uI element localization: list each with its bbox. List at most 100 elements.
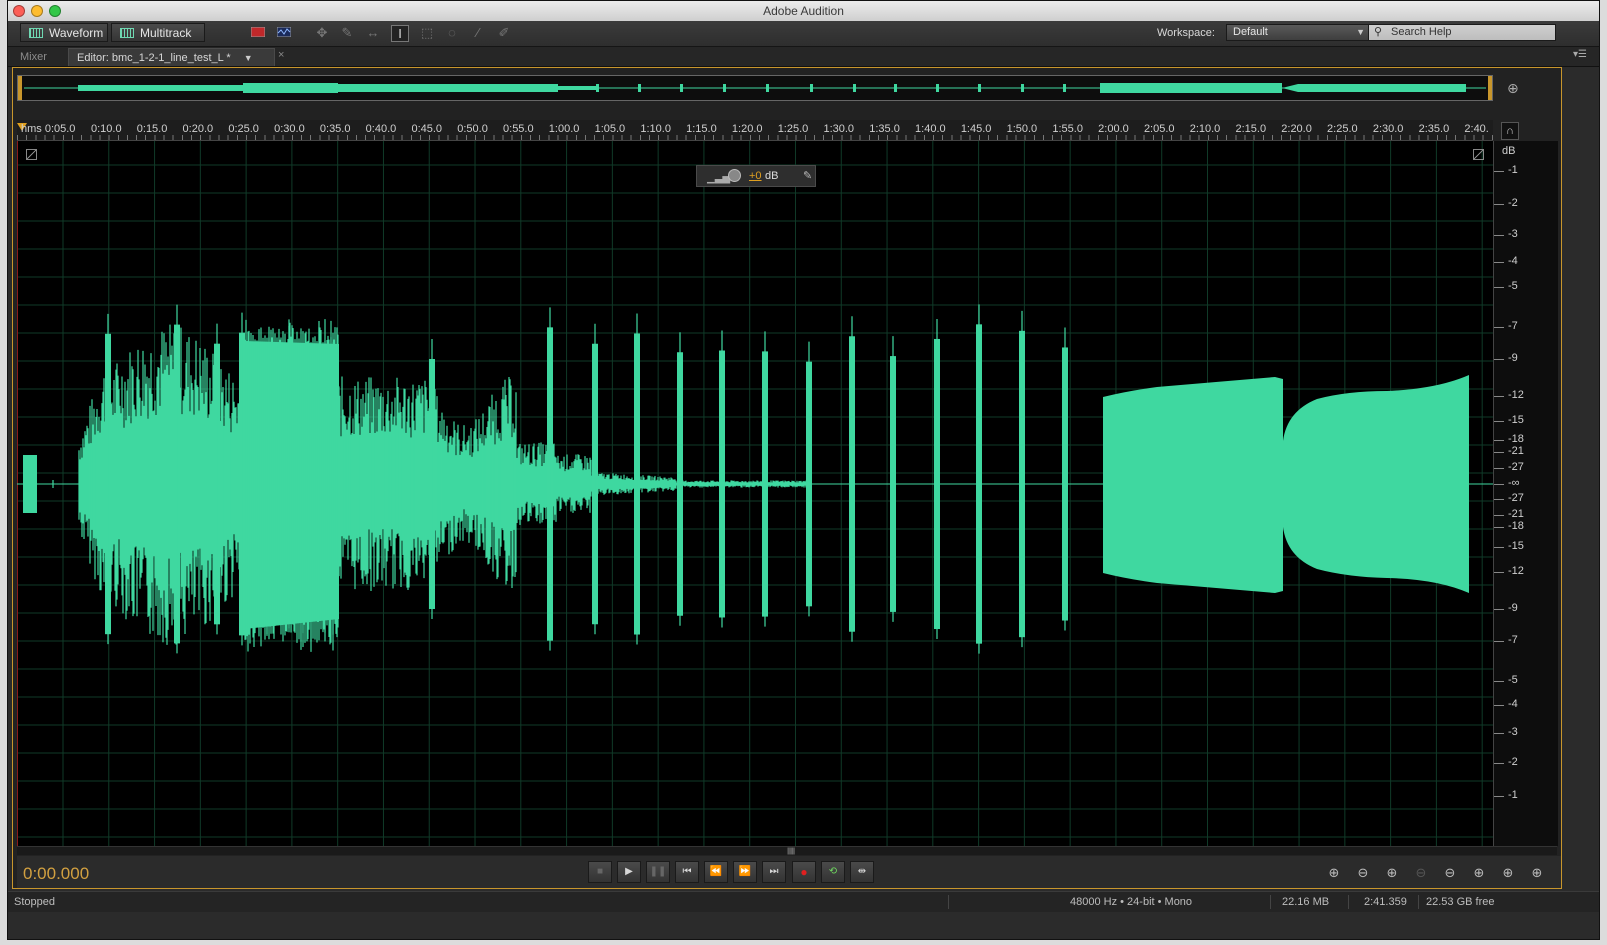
- tab-editor[interactable]: Editor: bmc_1-2-1_line_test_L * ▼: [68, 48, 275, 66]
- db-tick: [1494, 171, 1504, 172]
- pause-button[interactable]: ❚❚: [646, 861, 670, 883]
- zoom-selection-icon[interactable]: ⊕: [1526, 865, 1548, 881]
- play-button[interactable]: ▶: [617, 861, 641, 883]
- rewind-button[interactable]: ⏪: [704, 861, 728, 883]
- ruler-label: 0:10.0: [91, 123, 122, 135]
- ruler-label: 2:25.0: [1327, 123, 1358, 135]
- zoom-in-right-icon[interactable]: ⊕: [1497, 865, 1519, 881]
- ruler-label: 2:05.0: [1143, 123, 1175, 135]
- gain-knob[interactable]: [728, 169, 741, 182]
- time-selection-tool-icon[interactable]: I: [391, 25, 409, 42]
- db-tick: [1494, 440, 1504, 441]
- previous-button[interactable]: ⏮: [675, 861, 699, 883]
- db-tick-label: -4: [1508, 698, 1518, 710]
- db-tick: [1494, 484, 1504, 485]
- waveform-view-button[interactable]: Waveform: [20, 23, 108, 42]
- time-ruler[interactable]: hms 0:05.0 0:10.0 0:15.0 0:20.0 0:25.0 0:30.0…: [17, 120, 1493, 141]
- db-tick: [1494, 452, 1504, 453]
- workspace-label: Workspace:: [1157, 27, 1215, 39]
- loop-playback-button[interactable]: ⟲: [821, 861, 845, 883]
- waveform-icon: [29, 28, 43, 38]
- ruler-label: 0:35.0: [319, 123, 351, 135]
- spot-healing-tool-icon[interactable]: ✐: [496, 25, 512, 40]
- ruler-label: hms 0:05.0: [21, 123, 76, 135]
- vertical-zoom-corner-icon[interactable]: [26, 149, 37, 160]
- ruler-label: 1:15.0: [686, 123, 717, 135]
- ruler-label: 1:50.0: [1006, 123, 1038, 135]
- zoom-out-full-icon[interactable]: ⊖: [1439, 865, 1461, 881]
- ruler-label: 1:20.0: [731, 123, 763, 135]
- next-button[interactable]: ⏭: [762, 861, 786, 883]
- spectral-frequency-icon[interactable]: [250, 25, 266, 40]
- db-tick: [1494, 396, 1504, 397]
- gain-value[interactable]: +0: [749, 166, 762, 186]
- horizontal-scrollbar[interactable]: |||||||||: [17, 846, 1557, 855]
- tab-mixer[interactable]: Mixer: [12, 48, 55, 66]
- main-toolbar: Waveform Multitrack ✥ ✎ ↔ I ⬚ ◌ ⁄ ✐ Work…: [8, 21, 1599, 47]
- db-tick-label: -18: [1508, 520, 1524, 532]
- db-tick: [1494, 359, 1504, 360]
- razor-tool-icon[interactable]: ✎: [339, 25, 355, 40]
- db-tick: [1494, 763, 1504, 764]
- db-tick: [1494, 796, 1504, 797]
- zoom-navigator-icon[interactable]: ⊕: [1507, 80, 1519, 97]
- duration: 2:41.359: [1364, 896, 1407, 908]
- workspace-value: Default: [1233, 26, 1268, 38]
- ruler-label: 1:10.0: [640, 123, 671, 135]
- level-meter-icon: ▁▃▅: [707, 173, 731, 184]
- lasso-tool-icon[interactable]: ◌: [444, 25, 460, 40]
- minimize-window-button[interactable]: [31, 5, 43, 17]
- workspace-select[interactable]: Default ▼: [1226, 24, 1370, 41]
- ruler-label: 2:30.0: [1372, 123, 1404, 135]
- marquee-tool-icon[interactable]: ⬚: [419, 25, 435, 40]
- ruler-label: 0:40.0: [365, 123, 397, 135]
- close-window-button[interactable]: [13, 5, 25, 17]
- move-tool-icon[interactable]: ✥: [314, 25, 330, 40]
- zoom-in-amplitude-icon[interactable]: ⊕: [1323, 865, 1345, 881]
- slip-tool-icon[interactable]: ↔: [365, 25, 381, 40]
- gain-hud[interactable]: ▁▃▅ +0 dB ✎: [696, 165, 816, 187]
- multitrack-view-button[interactable]: Multitrack: [111, 23, 205, 42]
- panel-menu-icon[interactable]: ▾☰: [1573, 49, 1587, 60]
- amplitude-scale[interactable]: dB -1 -2 -3 -4 -5 -7 -9 -12 -15 -18 -21 -27 -∞ -27 -21…: [1493, 141, 1558, 846]
- ruler-label: 1:35.0: [869, 123, 900, 135]
- db-tick: [1494, 572, 1504, 573]
- ruler-label: 1:55.0: [1052, 123, 1083, 135]
- chevron-down-icon: ▼: [1356, 27, 1365, 37]
- close-tab-icon[interactable]: ×: [278, 49, 284, 61]
- current-time-display[interactable]: 0:00.000: [23, 864, 89, 884]
- editor-tab-label: Editor: bmc_1-2-1_line_test_L *: [77, 52, 231, 64]
- zoom-out-amplitude-icon[interactable]: ⊖: [1352, 865, 1374, 881]
- waveform-view-label: Waveform: [49, 26, 104, 40]
- horizontal-zoom-corner-icon[interactable]: [1473, 149, 1484, 160]
- db-tick-label: -7: [1508, 634, 1518, 646]
- db-tick: [1494, 235, 1504, 236]
- db-tick-label: -∞: [1508, 477, 1520, 489]
- stop-button[interactable]: ■: [588, 861, 612, 883]
- db-tick-label: -5: [1508, 674, 1518, 686]
- spectral-pitch-icon[interactable]: [276, 25, 292, 40]
- overview-navigator[interactable]: [17, 75, 1493, 101]
- search-help-input[interactable]: ⚲ Search Help: [1368, 24, 1556, 41]
- db-tick-label: -3: [1508, 726, 1518, 738]
- ruler-lock-icon[interactable]: ∩: [1501, 122, 1519, 140]
- zoom-in-time-icon[interactable]: ⊕: [1381, 865, 1403, 881]
- gain-unit: dB: [765, 170, 779, 182]
- zoom-out-time-icon[interactable]: ⊖: [1410, 865, 1432, 881]
- brush-tool-icon[interactable]: ⁄: [470, 25, 486, 40]
- db-tick-label: -27: [1508, 492, 1524, 504]
- db-tick-label: -5: [1508, 280, 1518, 292]
- overview-right-handle[interactable]: [1488, 76, 1492, 100]
- pin-icon[interactable]: ✎: [803, 166, 812, 186]
- waveform-display[interactable]: [17, 141, 1493, 846]
- scrollbar-grip[interactable]: |||||||||: [787, 848, 795, 855]
- zoom-in-left-icon[interactable]: ⊕: [1468, 865, 1490, 881]
- zoom-window-button[interactable]: [49, 5, 61, 17]
- record-button[interactable]: ●: [792, 861, 816, 883]
- fast-forward-button[interactable]: ⏩: [733, 861, 757, 883]
- skip-selection-button[interactable]: ⇹: [850, 861, 874, 883]
- db-tick-label: -2: [1508, 756, 1518, 768]
- ruler-label: 2:10.0: [1189, 123, 1221, 135]
- ruler-label: 1:00.0: [548, 123, 580, 135]
- chevron-down-icon[interactable]: ▼: [244, 49, 253, 67]
